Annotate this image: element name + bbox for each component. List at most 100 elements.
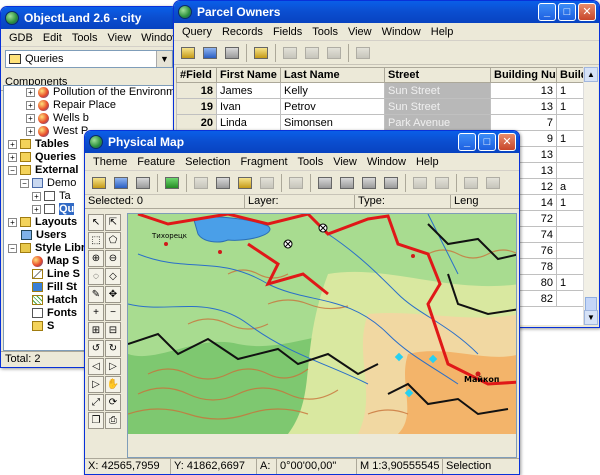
zoom-extent-icon[interactable]: ⊟ — [105, 322, 121, 339]
table-cell[interactable] — [556, 210, 583, 227]
map-titlebar[interactable]: Physical Map _ □ ✕ — [85, 131, 519, 153]
menu-help[interactable]: Help — [412, 156, 443, 168]
component-type-select[interactable]: Queries ▼ — [5, 50, 173, 68]
export-icon[interactable] — [483, 173, 503, 193]
table-cell[interactable]: Petrov — [280, 98, 385, 115]
table-grid-icon[interactable] — [381, 173, 401, 193]
parcel-scrollbar[interactable]: ▲ ▼ — [583, 67, 598, 325]
zoom-window-icon[interactable]: ⊞ — [88, 322, 104, 339]
pan-left-icon[interactable]: ◁ — [88, 358, 104, 375]
parcel-titlebar[interactable]: Parcel Owners _ □ ✕ — [174, 1, 599, 23]
menu-records[interactable]: Records — [218, 26, 267, 38]
menu-theme[interactable]: Theme — [89, 156, 131, 168]
rotate-left-icon[interactable]: ↺ — [88, 340, 104, 357]
table-row[interactable]: 18 James Kelly Sun Street 13 1 — [176, 82, 583, 99]
pan-right-icon[interactable]: ▷ — [105, 358, 121, 375]
maximize-button[interactable]: □ — [478, 133, 496, 151]
poly-select-icon[interactable]: ⬠ — [105, 232, 121, 249]
menu-window[interactable]: Window — [363, 156, 410, 168]
open-icon[interactable] — [89, 173, 109, 193]
table-cell[interactable] — [556, 290, 583, 307]
table-cell[interactable]: Ivan — [216, 98, 281, 115]
col-header[interactable]: Street — [384, 67, 491, 83]
menu-view[interactable]: View — [344, 26, 376, 38]
table-cell[interactable]: Park Avenue — [384, 114, 491, 131]
menu-window[interactable]: Window — [378, 26, 425, 38]
add-record-icon[interactable] — [302, 43, 322, 63]
table-cell[interactable]: 1 — [556, 194, 583, 211]
table-cell[interactable]: a — [556, 178, 583, 195]
col-header[interactable]: Build — [556, 67, 583, 83]
table-cell[interactable]: 13 — [490, 82, 557, 99]
print-area-icon[interactable]: ⎙ — [105, 412, 121, 429]
tree-item[interactable]: +Pollution of the Environment — [4, 86, 174, 99]
table-view-icon[interactable] — [251, 43, 271, 63]
table-cell[interactable]: Kelly — [280, 82, 385, 99]
print-icon[interactable] — [133, 173, 153, 193]
find-icon[interactable] — [353, 43, 373, 63]
menu-view[interactable]: View — [329, 156, 361, 168]
select-add-icon[interactable]: ⊕ — [88, 250, 104, 267]
menu-help[interactable]: Help — [427, 26, 458, 38]
maximize-button[interactable]: □ — [558, 3, 576, 21]
col-header[interactable]: First Name — [216, 67, 281, 83]
table-cell[interactable]: 7 — [490, 114, 557, 131]
menu-fragment[interactable]: Fragment — [236, 156, 291, 168]
menu-selection[interactable]: Selection — [181, 156, 234, 168]
undo-icon[interactable] — [410, 173, 430, 193]
close-button[interactable]: ✕ — [498, 133, 516, 151]
select-sub-icon[interactable]: ⊖ — [105, 250, 121, 267]
node-icon[interactable]: ◇ — [105, 268, 121, 285]
select-arrow-icon[interactable]: ⇱ — [105, 214, 121, 231]
redo-icon[interactable] — [432, 173, 452, 193]
menu-gdb[interactable]: GDB — [5, 32, 37, 44]
table-cell[interactable]: 19 — [176, 98, 217, 115]
table-cell[interactable]: 1 — [556, 98, 583, 115]
menu-tools[interactable]: Tools — [68, 32, 102, 44]
lasso-icon[interactable]: ◌ — [88, 268, 104, 285]
table-cell[interactable]: 18 — [176, 82, 217, 99]
menu-feature[interactable]: Feature — [133, 156, 179, 168]
delete-record-icon[interactable] — [324, 43, 344, 63]
table-cell[interactable]: Simonsen — [280, 114, 385, 131]
table-cell[interactable]: Sun Street — [384, 98, 491, 115]
table-cell[interactable]: James — [216, 82, 281, 99]
map-canvas[interactable]: Тихорецк Майкоп — [127, 213, 517, 458]
reload-icon[interactable]: ⟳ — [105, 394, 121, 411]
table-cell[interactable]: 20 — [176, 114, 217, 131]
grid-icon[interactable] — [235, 173, 255, 193]
move-icon[interactable]: ✥ — [105, 286, 121, 303]
menu-tools[interactable]: Tools — [294, 156, 328, 168]
hand-icon[interactable]: ✋ — [105, 376, 121, 393]
table-cell[interactable] — [556, 226, 583, 243]
stamp-icon[interactable] — [286, 173, 306, 193]
table-cell[interactable] — [556, 162, 583, 179]
close-button[interactable]: ✕ — [578, 3, 596, 21]
minimize-button[interactable]: _ — [538, 3, 556, 21]
table-cell[interactable]: 1 — [556, 274, 583, 291]
col-header[interactable]: Last Name — [280, 67, 385, 83]
pointer-tool-icon[interactable]: ▷ — [88, 376, 104, 393]
table-cell[interactable]: Linda — [216, 114, 281, 131]
info-icon[interactable] — [191, 173, 211, 193]
edit-record-icon[interactable] — [280, 43, 300, 63]
scroll-down-icon[interactable]: ▼ — [584, 310, 598, 325]
rotate-right-icon[interactable]: ↻ — [105, 340, 121, 357]
list-icon[interactable] — [359, 173, 379, 193]
minimize-button[interactable]: _ — [458, 133, 476, 151]
tree-item[interactable]: + Repair Place — [4, 99, 174, 112]
grid-view-icon[interactable] — [315, 173, 335, 193]
menu-window[interactable]: Window — [137, 32, 177, 44]
copy-icon[interactable]: ❐ — [88, 412, 104, 429]
open-icon[interactable] — [178, 43, 198, 63]
table-cell[interactable] — [556, 242, 583, 259]
table-cell[interactable] — [556, 114, 583, 131]
menu-view[interactable]: View — [104, 32, 136, 44]
table-cell[interactable]: 1 — [556, 130, 583, 147]
table-cell[interactable]: Sun Street — [384, 82, 491, 99]
table-cell[interactable]: 1 — [556, 82, 583, 99]
tree-item[interactable]: + Wells b — [4, 112, 174, 125]
chart-icon[interactable] — [257, 173, 277, 193]
rect-select-icon[interactable]: ⬚ — [88, 232, 104, 249]
objectland-titlebar[interactable]: ObjectLand 2.6 - city — [1, 7, 177, 29]
